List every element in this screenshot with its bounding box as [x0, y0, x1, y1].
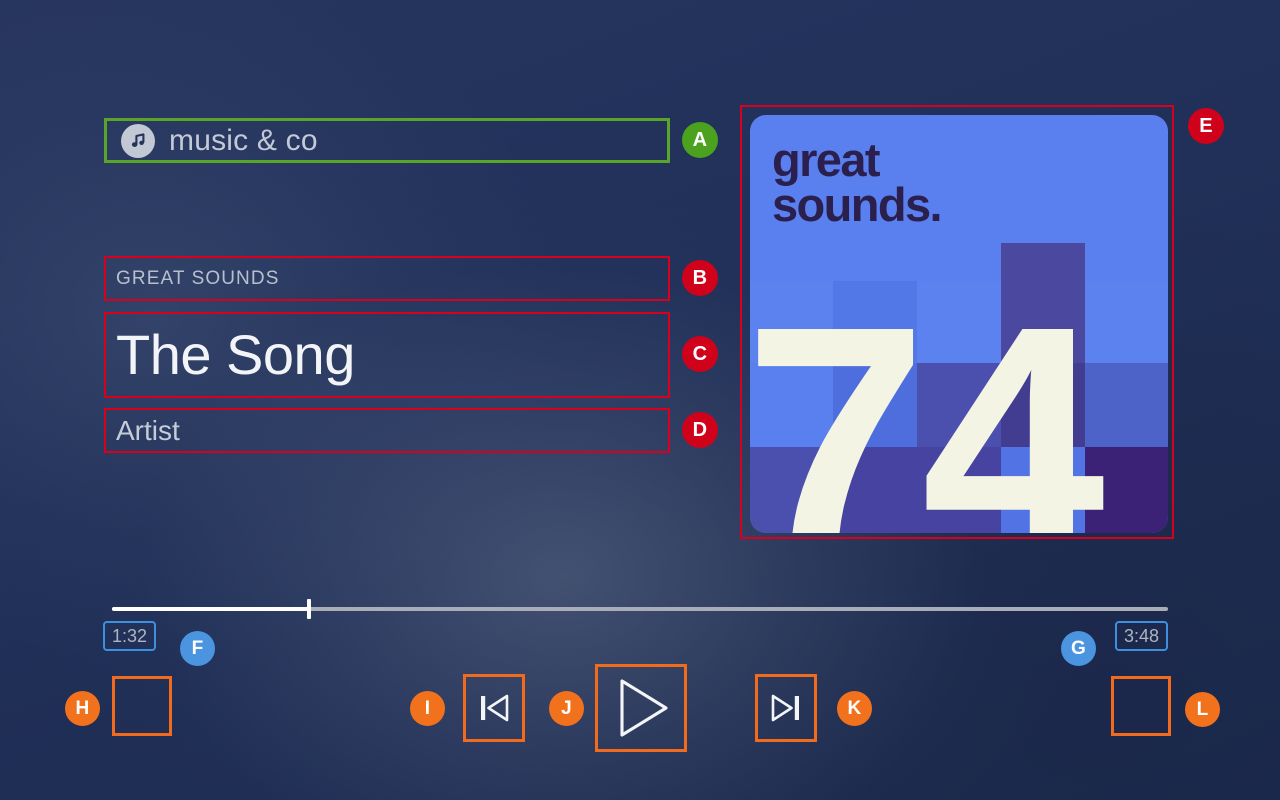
app-name-field[interactable]: music & co	[104, 118, 670, 163]
album-art-annotation-box: great sounds. 74	[740, 105, 1174, 539]
progress-bar-thumb[interactable]	[307, 599, 312, 619]
album-label-field[interactable]: GREAT SOUNDS	[104, 256, 670, 301]
annotation-badge-i: I	[410, 691, 445, 726]
artist-text: Artist	[116, 414, 180, 446]
shuffle-button[interactable]	[112, 676, 172, 736]
annotation-badge-b: B	[682, 260, 718, 296]
annotation-badge-h: H	[65, 691, 100, 726]
album-art-wordmark-line1: great	[772, 133, 881, 186]
annotation-badge-l: L	[1185, 692, 1220, 727]
track-title-text: The Song	[116, 323, 355, 386]
music-note-icon	[121, 123, 155, 158]
album-art-number: 74	[750, 257, 1105, 534]
music-player-screen: music & co A GREAT SOUNDS B The Song C A…	[0, 0, 1280, 800]
next-track-icon	[766, 688, 806, 728]
previous-track-icon	[474, 688, 514, 728]
repeat-button[interactable]	[1111, 676, 1171, 736]
artist-field[interactable]: Artist	[104, 408, 670, 453]
album-label-text: GREAT SOUNDS	[116, 267, 280, 289]
app-name-text: music & co	[169, 123, 318, 157]
annotation-badge-d: D	[682, 412, 718, 448]
album-art-wordmark: great sounds.	[772, 133, 943, 232]
album-artwork[interactable]: great sounds. 74	[750, 115, 1168, 533]
annotation-badge-g: G	[1061, 631, 1096, 666]
total-time-label: 3:48	[1115, 621, 1169, 651]
track-title-field[interactable]: The Song	[104, 312, 670, 398]
progress-bar-track[interactable]	[112, 599, 1168, 619]
progress-bar-filled	[112, 607, 310, 611]
next-track-button[interactable]	[755, 674, 817, 742]
annotation-badge-c: C	[682, 336, 718, 372]
annotation-badge-k: K	[837, 691, 872, 726]
annotation-badge-e: E	[1188, 108, 1224, 144]
previous-track-button[interactable]	[463, 674, 525, 742]
annotation-badge-j: J	[549, 691, 584, 726]
elapsed-time-label: 1:32	[103, 621, 157, 651]
play-icon	[610, 675, 672, 741]
annotation-badge-a: A	[682, 122, 718, 158]
album-art-wordmark-line2: sounds.	[772, 178, 943, 232]
annotation-badge-f: F	[180, 631, 215, 666]
play-button[interactable]	[595, 664, 687, 752]
